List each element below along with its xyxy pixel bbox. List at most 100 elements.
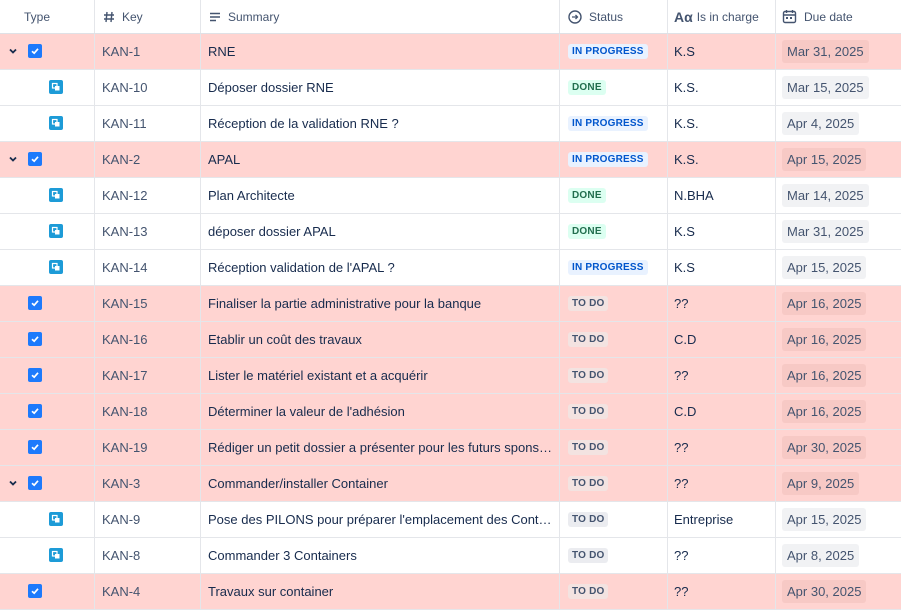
issue-key[interactable]: KAN-12 xyxy=(102,188,148,203)
due-date-value[interactable]: Mar 31, 2025 xyxy=(782,40,869,63)
issue-summary[interactable]: APAL xyxy=(208,152,240,167)
column-header-in-charge[interactable]: Aα Is in charge xyxy=(668,0,776,33)
key-cell[interactable]: KAN-2 xyxy=(95,142,201,177)
due-date-value[interactable]: Mar 31, 2025 xyxy=(782,220,869,243)
status-badge[interactable]: IN PROGRESS xyxy=(568,116,648,131)
due-date-value[interactable]: Apr 16, 2025 xyxy=(782,400,867,423)
due-date-cell[interactable]: Apr 16, 2025 xyxy=(776,286,901,321)
summary-cell[interactable]: APAL xyxy=(201,142,560,177)
column-header-type[interactable]: Type xyxy=(0,0,95,33)
due-date-value[interactable]: Apr 8, 2025 xyxy=(782,544,860,567)
table-row[interactable]: KAN-19 Rédiger un petit dossier a présent… xyxy=(0,430,901,466)
table-row[interactable]: KAN-10 Déposer dossier RNE DONE K.S. Mar 15,… xyxy=(0,70,901,106)
status-cell[interactable]: DONE xyxy=(560,214,668,249)
issue-key[interactable]: KAN-3 xyxy=(102,476,140,491)
issue-summary[interactable]: Réception de la validation RNE ? xyxy=(208,116,399,131)
issue-key[interactable]: KAN-17 xyxy=(102,368,148,383)
key-cell[interactable]: KAN-11 xyxy=(95,106,201,141)
issue-summary[interactable]: Rédiger un petit dossier a présenter pou… xyxy=(208,440,554,455)
chevron-down-icon[interactable] xyxy=(7,477,19,489)
issue-key[interactable]: KAN-8 xyxy=(102,548,140,563)
status-cell[interactable]: TO DO xyxy=(560,358,668,393)
summary-cell[interactable]: Finaliser la partie administrative pour … xyxy=(201,286,560,321)
issue-summary[interactable]: Commander/installer Container xyxy=(208,476,388,491)
table-row[interactable]: KAN-16 Etablir un coût des travaux TO DO C.… xyxy=(0,322,901,358)
summary-cell[interactable]: Rédiger un petit dossier a présenter pou… xyxy=(201,430,560,465)
issue-key[interactable]: KAN-18 xyxy=(102,404,148,419)
column-header-summary[interactable]: Summary xyxy=(201,0,560,33)
due-date-cell[interactable]: Mar 15, 2025 xyxy=(776,70,901,105)
status-badge[interactable]: TO DO xyxy=(568,404,609,419)
due-date-cell[interactable]: Apr 9, 2025 xyxy=(776,466,901,501)
issue-key[interactable]: KAN-10 xyxy=(102,80,148,95)
table-row[interactable]: KAN-11 Réception de la validation RNE ? IN… xyxy=(0,106,901,142)
in-charge-cell[interactable]: K.S xyxy=(668,34,776,69)
issue-key[interactable]: KAN-1 xyxy=(102,44,140,59)
summary-cell[interactable]: déposer dossier APAL xyxy=(201,214,560,249)
in-charge-cell[interactable]: ?? xyxy=(668,574,776,609)
status-badge[interactable]: IN PROGRESS xyxy=(568,152,648,167)
issue-summary[interactable]: déposer dossier APAL xyxy=(208,224,336,239)
status-badge[interactable]: TO DO xyxy=(568,332,609,347)
due-date-cell[interactable]: Apr 15, 2025 xyxy=(776,142,901,177)
chevron-down-icon[interactable] xyxy=(7,153,19,165)
table-row[interactable]: KAN-3 Commander/installer Container TO DO?… xyxy=(0,466,901,502)
summary-cell[interactable]: Commander 3 Containers xyxy=(201,538,560,573)
issue-key[interactable]: KAN-16 xyxy=(102,332,148,347)
due-date-value[interactable]: Mar 15, 2025 xyxy=(782,76,869,99)
status-cell[interactable]: TO DO xyxy=(560,466,668,501)
issue-summary[interactable]: Déposer dossier RNE xyxy=(208,80,334,95)
due-date-cell[interactable]: Apr 15, 2025 xyxy=(776,502,901,537)
status-cell[interactable]: TO DO xyxy=(560,430,668,465)
due-date-value[interactable]: Apr 16, 2025 xyxy=(782,292,867,315)
in-charge-cell[interactable]: N.BHA xyxy=(668,178,776,213)
due-date-cell[interactable]: Mar 31, 2025 xyxy=(776,214,901,249)
in-charge-cell[interactable]: K.S xyxy=(668,214,776,249)
table-row[interactable]: KAN-2 APAL IN PROGRESS K.S. Apr 15, 2025 xyxy=(0,142,901,178)
due-date-value[interactable]: Apr 15, 2025 xyxy=(782,508,867,531)
status-badge[interactable]: DONE xyxy=(568,188,606,203)
issue-summary[interactable]: RNE xyxy=(208,44,235,59)
status-cell[interactable]: IN PROGRESS xyxy=(560,250,668,285)
status-badge[interactable]: DONE xyxy=(568,224,606,239)
due-date-cell[interactable]: Apr 30, 2025 xyxy=(776,574,901,609)
column-header-status[interactable]: Status xyxy=(560,0,668,33)
due-date-value[interactable]: Apr 9, 2025 xyxy=(782,472,860,495)
issue-summary[interactable]: Déterminer la valeur de l'adhésion xyxy=(208,404,405,419)
table-row[interactable]: KAN-14 Réception validation de l'APAL ? IN… xyxy=(0,250,901,286)
due-date-cell[interactable]: Apr 8, 2025 xyxy=(776,538,901,573)
key-cell[interactable]: KAN-1 xyxy=(95,34,201,69)
due-date-value[interactable]: Apr 16, 2025 xyxy=(782,328,867,351)
table-row[interactable]: KAN-1 RNE IN PROGRESS K.S Mar 31, 2025 xyxy=(0,34,901,70)
table-row[interactable]: KAN-9 Pose des PILONS pour préparer l'emp… xyxy=(0,502,901,538)
status-cell[interactable]: TO DO xyxy=(560,538,668,573)
issue-key[interactable]: KAN-19 xyxy=(102,440,148,455)
table-row[interactable]: KAN-4 Travaux sur container TO DO?? Apr 30,… xyxy=(0,574,901,610)
in-charge-cell[interactable]: C.D xyxy=(668,394,776,429)
due-date-cell[interactable]: Mar 14, 2025 xyxy=(776,178,901,213)
due-date-cell[interactable]: Apr 16, 2025 xyxy=(776,394,901,429)
issue-summary[interactable]: Commander 3 Containers xyxy=(208,548,357,563)
status-badge[interactable]: TO DO xyxy=(568,584,609,599)
key-cell[interactable]: KAN-19 xyxy=(95,430,201,465)
in-charge-cell[interactable]: Entreprise xyxy=(668,502,776,537)
due-date-value[interactable]: Apr 16, 2025 xyxy=(782,364,867,387)
summary-cell[interactable]: Etablir un coût des travaux xyxy=(201,322,560,357)
summary-cell[interactable]: Réception validation de l'APAL ? xyxy=(201,250,560,285)
summary-cell[interactable]: Plan Architecte xyxy=(201,178,560,213)
key-cell[interactable]: KAN-17 xyxy=(95,358,201,393)
in-charge-cell[interactable]: K.S xyxy=(668,250,776,285)
in-charge-cell[interactable]: K.S. xyxy=(668,106,776,141)
in-charge-cell[interactable]: ?? xyxy=(668,430,776,465)
status-cell[interactable]: IN PROGRESS xyxy=(560,142,668,177)
summary-cell[interactable]: Commander/installer Container xyxy=(201,466,560,501)
status-badge[interactable]: TO DO xyxy=(568,368,609,383)
issue-summary[interactable]: Lister le matériel existant et a acquéri… xyxy=(208,368,428,383)
summary-cell[interactable]: Pose des PILONS pour préparer l'emplacem… xyxy=(201,502,560,537)
key-cell[interactable]: KAN-13 xyxy=(95,214,201,249)
key-cell[interactable]: KAN-15 xyxy=(95,286,201,321)
key-cell[interactable]: KAN-14 xyxy=(95,250,201,285)
in-charge-cell[interactable]: K.S. xyxy=(668,142,776,177)
key-cell[interactable]: KAN-18 xyxy=(95,394,201,429)
due-date-value[interactable]: Apr 30, 2025 xyxy=(782,436,867,459)
